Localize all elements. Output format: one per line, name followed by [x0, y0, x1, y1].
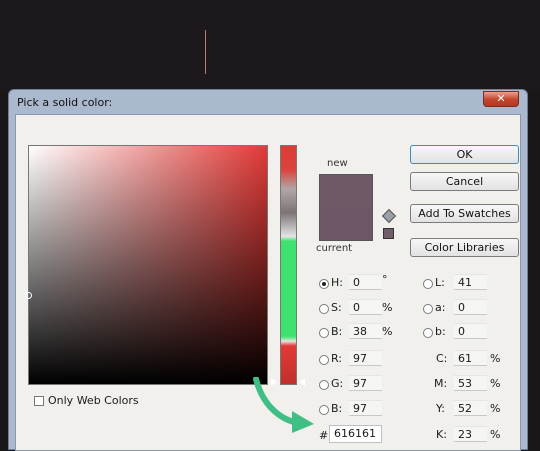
- hue-slider[interactable]: [280, 145, 297, 385]
- k-field[interactable]: 23: [454, 426, 487, 442]
- h-unit: °: [382, 273, 388, 286]
- color-picker-dialog: Pick a solid color: ✕ new current OK Can…: [8, 89, 528, 451]
- y-field[interactable]: 52: [454, 400, 487, 416]
- current-color-swatch[interactable]: [319, 208, 373, 241]
- dialog-body: new current OK Cancel Add To Swatches Co…: [15, 114, 521, 451]
- b-lab-radio[interactable]: [423, 328, 433, 338]
- b-rgb-label: B:: [331, 402, 343, 415]
- k-label: K:: [436, 428, 447, 441]
- b-lab-field[interactable]: 0: [454, 323, 487, 339]
- l-field[interactable]: 41: [454, 274, 487, 290]
- ok-button[interactable]: OK: [410, 145, 519, 164]
- s-unit: %: [382, 301, 393, 314]
- add-to-swatches-button[interactable]: Add To Swatches: [410, 204, 519, 223]
- cancel-button[interactable]: Cancel: [410, 172, 519, 191]
- color-field-marker[interactable]: [25, 292, 32, 299]
- new-label: new: [327, 158, 348, 169]
- b-rgb-radio[interactable]: [319, 405, 329, 415]
- c-label: C:: [436, 352, 448, 365]
- y-label: Y:: [436, 402, 445, 415]
- r-field[interactable]: 97: [349, 350, 382, 366]
- m-label: M:: [434, 377, 448, 390]
- close-button[interactable]: ✕: [483, 91, 519, 107]
- l-radio[interactable]: [423, 279, 433, 289]
- a-label: a:: [435, 301, 446, 314]
- b-unit: %: [382, 325, 393, 338]
- s-radio[interactable]: [319, 304, 329, 314]
- g-label: G:: [331, 377, 344, 390]
- b-rgb-field[interactable]: 97: [349, 400, 382, 416]
- h-label: H:: [331, 276, 343, 289]
- g-radio[interactable]: [319, 380, 329, 390]
- hex-field[interactable]: 616161: [329, 425, 382, 443]
- new-color-swatch: [319, 174, 373, 208]
- text-cursor: [205, 30, 206, 74]
- c-unit: %: [490, 352, 501, 365]
- m-field[interactable]: 53: [454, 375, 487, 391]
- h-radio[interactable]: [319, 279, 329, 289]
- b-lab-label: b:: [435, 325, 446, 338]
- k-unit: %: [490, 428, 501, 441]
- h-field[interactable]: 0: [349, 274, 382, 290]
- canvas-area: [0, 0, 540, 90]
- s-field[interactable]: 0: [349, 299, 382, 315]
- a-field[interactable]: 0: [454, 299, 487, 315]
- s-label: S:: [331, 301, 342, 314]
- color-field[interactable]: [25, 145, 268, 385]
- b-radio[interactable]: [319, 328, 329, 338]
- r-radio[interactable]: [319, 355, 329, 365]
- title-bar[interactable]: Pick a solid color: ✕: [9, 90, 527, 116]
- green-arrow-icon: [253, 377, 314, 433]
- r-label: R:: [331, 352, 343, 365]
- a-radio[interactable]: [423, 304, 433, 314]
- g-field[interactable]: 97: [349, 375, 382, 391]
- hex-label: #: [319, 429, 329, 442]
- cube-icon[interactable]: [381, 208, 397, 224]
- y-unit: %: [490, 402, 501, 415]
- dialog-title: Pick a solid color:: [17, 96, 113, 109]
- only-web-colors-checkbox[interactable]: [34, 396, 44, 406]
- b-field[interactable]: 38: [349, 323, 382, 339]
- c-field[interactable]: 61: [454, 350, 487, 366]
- current-label: current: [316, 243, 353, 254]
- web-safe-swatch-icon[interactable]: [383, 228, 394, 239]
- b-label: B:: [331, 325, 343, 338]
- color-libraries-button[interactable]: Color Libraries: [410, 238, 519, 257]
- l-label: L:: [435, 276, 445, 289]
- only-web-colors-label: Only Web Colors: [48, 394, 139, 407]
- m-unit: %: [490, 377, 501, 390]
